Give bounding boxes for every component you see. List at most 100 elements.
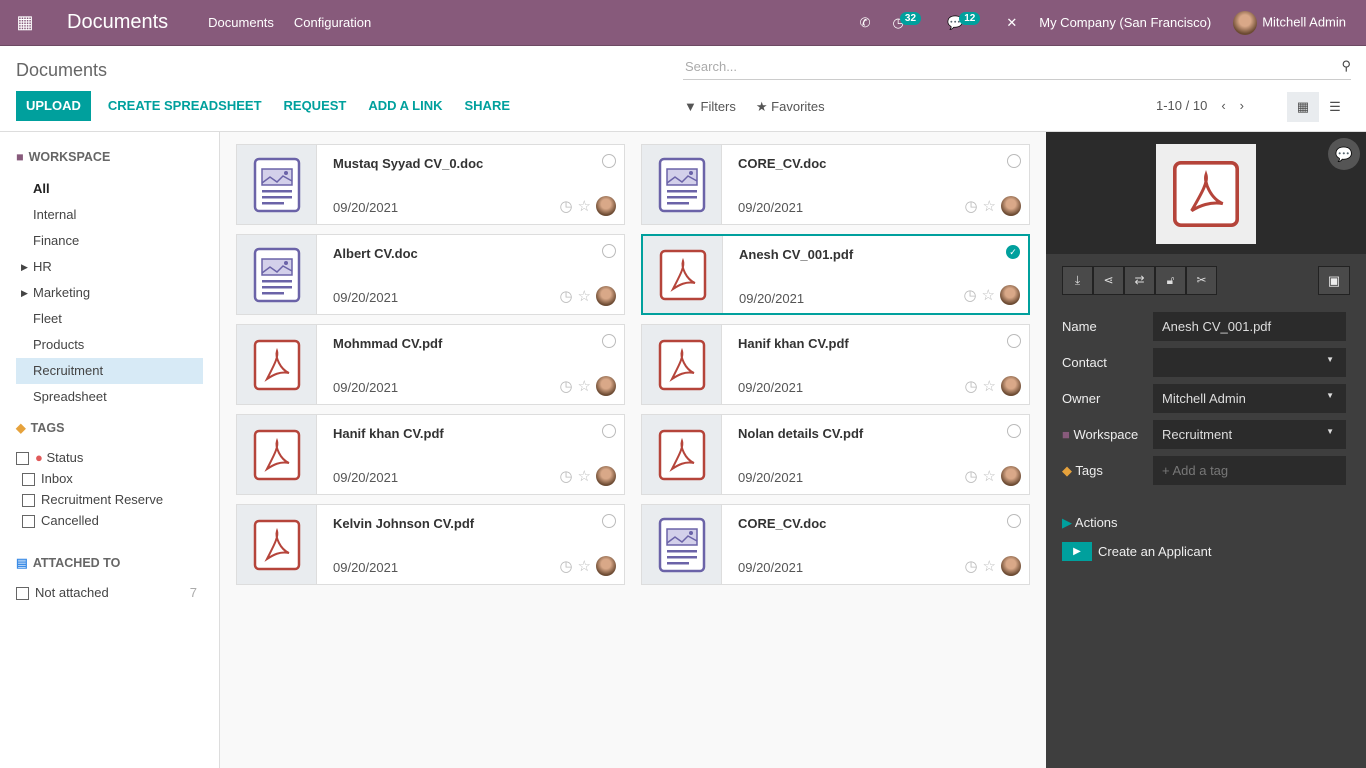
- contact-input[interactable]: ▼: [1153, 348, 1346, 377]
- clock-icon[interactable]: ◷: [964, 197, 977, 215]
- sidebar-item-spreadsheet[interactable]: Spreadsheet: [16, 384, 203, 410]
- caret-down-icon[interactable]: ▼: [1326, 391, 1334, 400]
- select-checkbox[interactable]: [602, 514, 616, 528]
- clock-icon[interactable]: ◷: [559, 287, 572, 305]
- user-menu[interactable]: Mitchell Admin: [1233, 10, 1346, 35]
- star-icon[interactable]: ☆: [982, 286, 995, 304]
- star-icon[interactable]: ☆: [578, 467, 591, 485]
- star-icon[interactable]: ☆: [983, 197, 996, 215]
- filters-button[interactable]: ▼ Filters: [684, 99, 736, 115]
- activity-button[interactable]: ◷32: [893, 11, 925, 31]
- pager-value[interactable]: 1-10 / 10: [1156, 98, 1207, 113]
- apps-menu-icon[interactable]: ▦: [0, 12, 50, 33]
- select-checkbox[interactable]: [602, 424, 616, 438]
- phone-icon[interactable]: ✆: [860, 15, 871, 31]
- clock-icon[interactable]: ◷: [559, 197, 572, 215]
- checkbox[interactable]: [22, 515, 35, 529]
- select-checkbox[interactable]: [1007, 334, 1021, 348]
- play-icon[interactable]: ▶: [1062, 542, 1092, 561]
- caret-down-icon[interactable]: ▼: [1326, 355, 1334, 364]
- pager-previous-icon[interactable]: ‹: [1221, 98, 1225, 113]
- name-input[interactable]: Anesh CV_001.pdf: [1153, 312, 1346, 341]
- list-view-icon[interactable]: ☰: [1319, 92, 1351, 122]
- caret-right-icon[interactable]: ▶: [21, 254, 28, 280]
- select-checkbox[interactable]: [602, 154, 616, 168]
- menu-configuration[interactable]: Configuration: [294, 15, 371, 30]
- upload-button[interactable]: UPLOAD: [16, 91, 91, 121]
- share-icon[interactable]: ⋖: [1093, 266, 1124, 295]
- select-checkbox[interactable]: [1007, 154, 1021, 168]
- document-card[interactable]: CORE_CV.doc 09/20/2021 ◷ ☆: [641, 144, 1030, 225]
- sidebar-item-marketing[interactable]: ▶ Marketing: [16, 280, 203, 306]
- star-icon[interactable]: ☆: [578, 197, 591, 215]
- star-icon[interactable]: ☆: [578, 377, 591, 395]
- share-button[interactable]: SHARE: [454, 91, 522, 121]
- select-checkbox[interactable]: [1007, 424, 1021, 438]
- tag-group-status[interactable]: ● Status: [16, 447, 203, 468]
- star-icon[interactable]: ☆: [578, 557, 591, 575]
- star-icon[interactable]: ☆: [578, 287, 591, 305]
- sidebar-item-finance[interactable]: Finance: [16, 228, 203, 254]
- document-card[interactable]: Albert CV.doc 09/20/2021 ◷ ☆: [236, 234, 625, 315]
- pdf-preview[interactable]: [1156, 144, 1256, 244]
- sidebar-item-internal[interactable]: Internal: [16, 202, 203, 228]
- star-icon[interactable]: ☆: [983, 467, 996, 485]
- document-card[interactable]: Kelvin Johnson CV.pdf 09/20/2021 ◷ ☆: [236, 504, 625, 585]
- sidebar-item-hr[interactable]: ▶ HR: [16, 254, 203, 280]
- document-card[interactable]: Anesh CV_001.pdf 09/20/2021 ✓ ◷ ☆: [641, 234, 1030, 315]
- checkbox[interactable]: [22, 473, 35, 487]
- replace-icon[interactable]: ⇄: [1124, 266, 1155, 295]
- clock-icon[interactable]: ◷: [559, 377, 572, 395]
- create-applicant-action[interactable]: ▶ Create an Applicant: [1062, 542, 1211, 561]
- sidebar-item-products[interactable]: Products: [16, 332, 203, 358]
- select-checkbox[interactable]: [1007, 514, 1021, 528]
- select-checkbox[interactable]: ✓: [1006, 245, 1020, 259]
- chat-icon[interactable]: 💬: [1328, 138, 1360, 170]
- sidebar-item-recruitment[interactable]: Recruitment: [16, 358, 203, 384]
- request-button[interactable]: REQUEST: [273, 91, 358, 121]
- actions-toggle[interactable]: ▶ Actions: [1062, 515, 1118, 531]
- add-link-button[interactable]: ADD A LINK: [357, 91, 453, 121]
- clock-icon[interactable]: ◷: [964, 557, 977, 575]
- kanban-view-icon[interactable]: ▦: [1287, 92, 1319, 122]
- tag-filter[interactable]: Inbox: [16, 468, 203, 489]
- select-checkbox[interactable]: [602, 334, 616, 348]
- owner-input[interactable]: Mitchell Admin ▼: [1153, 384, 1346, 413]
- document-card[interactable]: Mohmmad CV.pdf 09/20/2021 ◷ ☆: [236, 324, 625, 405]
- document-card[interactable]: Hanif khan CV.pdf 09/20/2021 ◷ ☆: [236, 414, 625, 495]
- clock-icon[interactable]: ◷: [964, 377, 977, 395]
- search-icon[interactable]: ⚲: [1341, 58, 1351, 74]
- star-icon[interactable]: ☆: [983, 377, 996, 395]
- tags-input[interactable]: + Add a tag: [1153, 456, 1346, 485]
- tag-filter[interactable]: Recruitment Reserve: [16, 489, 203, 510]
- filter-not-attached[interactable]: Not attached 7: [16, 582, 203, 603]
- select-checkbox[interactable]: [602, 244, 616, 258]
- favorites-button[interactable]: ★ Favorites: [756, 99, 825, 115]
- sidebar-item-fleet[interactable]: Fleet: [16, 306, 203, 332]
- document-card[interactable]: Nolan details CV.pdf 09/20/2021 ◷ ☆: [641, 414, 1030, 495]
- star-icon[interactable]: ☆: [983, 557, 996, 575]
- download-icon[interactable]: ⤓: [1062, 266, 1093, 295]
- pager-next-icon[interactable]: ›: [1240, 98, 1244, 113]
- create-spreadsheet-button[interactable]: CREATE SPREADSHEET: [97, 91, 273, 121]
- company-switcher[interactable]: My Company (San Francisco): [1039, 15, 1211, 30]
- tag-filter[interactable]: Cancelled: [16, 510, 203, 531]
- clock-icon[interactable]: ◷: [963, 286, 976, 304]
- search-input[interactable]: Search... ⚲: [683, 56, 1351, 80]
- messages-button[interactable]: 💬12: [947, 11, 984, 31]
- document-card[interactable]: Hanif khan CV.pdf 09/20/2021 ◷ ☆: [641, 324, 1030, 405]
- checkbox[interactable]: [22, 494, 35, 508]
- tools-icon[interactable]: ✕: [1006, 15, 1017, 31]
- menu-documents[interactable]: Documents: [208, 15, 274, 30]
- document-card[interactable]: CORE_CV.doc 09/20/2021 ◷ ☆: [641, 504, 1030, 585]
- clock-icon[interactable]: ◷: [559, 467, 572, 485]
- archive-icon[interactable]: ▣: [1318, 266, 1350, 295]
- sidebar-item-all[interactable]: All: [16, 176, 203, 202]
- clock-icon[interactable]: ◷: [964, 467, 977, 485]
- unlock-icon[interactable]: 🔓︎: [1155, 266, 1186, 295]
- workspace-input[interactable]: Recruitment ▼: [1153, 420, 1346, 449]
- split-icon[interactable]: ✂: [1186, 266, 1217, 295]
- caret-right-icon[interactable]: ▶: [21, 280, 28, 306]
- clock-icon[interactable]: ◷: [559, 557, 572, 575]
- caret-down-icon[interactable]: ▼: [1326, 427, 1334, 436]
